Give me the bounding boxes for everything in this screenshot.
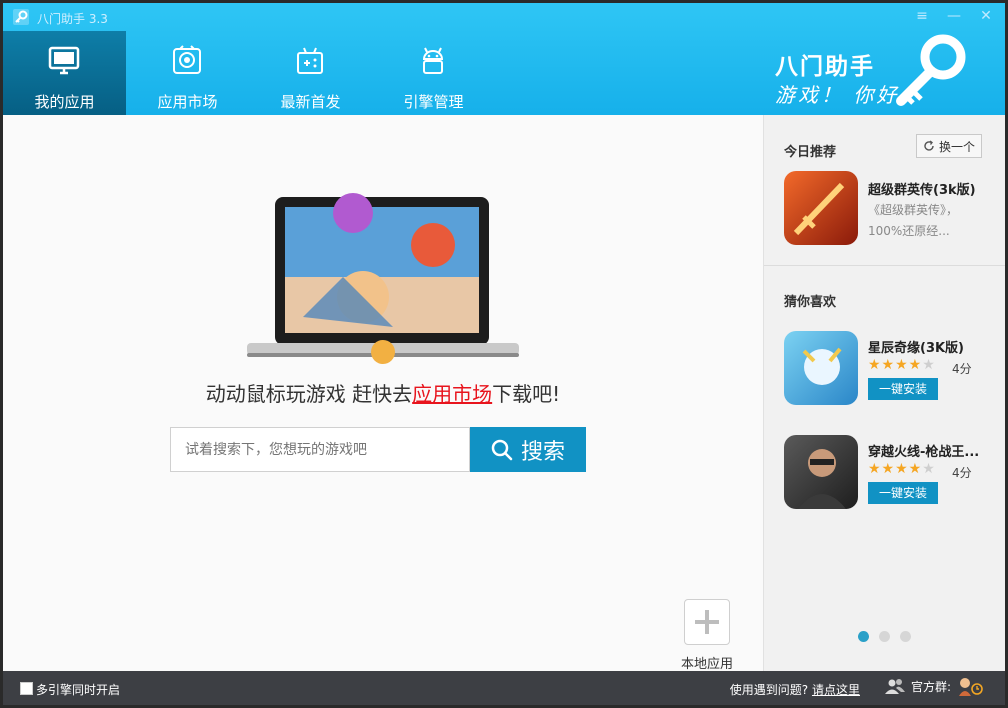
tab-my-apps[interactable]: 我的应用 [3, 31, 126, 115]
close-icon[interactable]: ✕ [977, 7, 995, 25]
android-icon [422, 47, 444, 74]
brand-name: 八门助手 [775, 54, 875, 80]
plus-icon [695, 610, 719, 634]
search-input[interactable] [170, 427, 470, 472]
tab-new-releases[interactable]: 最新首发 [249, 31, 372, 115]
star-rating: ★★★★★ [868, 461, 936, 477]
today-game-icon[interactable] [784, 171, 858, 245]
guess-game-name[interactable]: 穿越火线-枪战王... [868, 441, 998, 460]
qq-group-icon [959, 678, 983, 696]
rating-score: 4分 [952, 362, 972, 376]
star-rating: ★★★★★ [868, 357, 936, 373]
brand-logo: 八门助手 游戏！ 你好 [775, 34, 975, 111]
app-market-link[interactable]: 应用市场 [412, 382, 492, 406]
main-area: 动动鼠标玩游戏 赶快去应用市场下载吧! 搜索 本地应用 [3, 115, 763, 672]
tab-label: 应用市场 [157, 93, 218, 111]
title-bar[interactable]: 八门助手 3.3 ≡ — ✕ [3, 3, 1005, 31]
laptop-game-illustration [247, 193, 519, 364]
tab-label: 我的应用 [34, 93, 95, 111]
refresh-button[interactable]: 换一个 [916, 134, 982, 158]
tab-label: 引擎管理 [403, 93, 464, 111]
page-dots [858, 631, 911, 642]
page-dot[interactable] [879, 631, 890, 642]
sidebar: 今日推荐 换一个 超级群英传(3k版) 《超级群英传》，100%还原经... 猜… [763, 115, 1005, 671]
local-app-label: 本地应用 [680, 657, 733, 672]
gamepad-icon [297, 47, 323, 74]
multi-engine-label: 多引擎同时开启 [36, 683, 121, 697]
install-button[interactable]: 一键安装 [868, 378, 938, 400]
help-link[interactable]: 请点这里 [812, 683, 860, 697]
guess-title: 猜你喜欢 [784, 295, 837, 310]
search-button-label: 搜索 [520, 439, 565, 465]
app-store-icon [173, 45, 201, 74]
header: 八门助手 3.3 ≡ — ✕ 我的应用 应用市场 最新首发 引擎管理 八门助手 … [3, 3, 1005, 115]
official-group-label: 官方群: [910, 679, 951, 694]
search-icon [491, 439, 513, 460]
official-group[interactable]: 官方群: [884, 676, 985, 696]
dragon-icon [802, 347, 842, 385]
minimize-icon[interactable]: — [945, 7, 963, 25]
guess-game-icon[interactable] [784, 435, 858, 509]
brand-slogan: 游戏！ 你好 [775, 83, 900, 107]
wrench-key-icon [896, 34, 966, 106]
page-dot[interactable] [900, 631, 911, 642]
search-button[interactable]: 搜索 [470, 427, 586, 472]
install-button[interactable]: 一键安装 [868, 482, 938, 504]
local-app-button[interactable]: 本地应用 [679, 599, 735, 672]
search-bar: 搜索 [170, 427, 586, 472]
guess-game-name[interactable]: 星辰奇缘(3K版) [868, 337, 998, 356]
refresh-icon [924, 140, 934, 151]
help-text: 使用遇到问题? 请点这里 [729, 683, 860, 697]
app-window: 八门助手 3.3 ≡ — ✕ 我的应用 应用市场 最新首发 引擎管理 八门助手 … [3, 3, 1005, 705]
guess-game-icon[interactable] [784, 331, 858, 405]
footer: 多引擎同时开启 使用遇到问题? 请点这里 官方群: [3, 671, 1005, 705]
app-title: 八门助手 3.3 [37, 12, 108, 26]
today-game-desc: 《超级群英传》，100%还原经... [868, 203, 959, 238]
users-icon [884, 679, 905, 694]
main-nav: 我的应用 应用市场 最新首发 引擎管理 [3, 31, 495, 115]
sword-icon [793, 182, 845, 236]
menu-icon[interactable]: ≡ [913, 7, 931, 25]
multi-engine-checkbox[interactable] [20, 682, 33, 695]
hint-text: 动动鼠标玩游戏 赶快去应用市场下载吧! [205, 382, 561, 406]
soldier-icon [798, 449, 846, 509]
today-game-name[interactable]: 超级群英传(3k版) [868, 179, 998, 198]
app-logo-icon [13, 9, 29, 25]
today-title: 今日推荐 [784, 145, 837, 160]
divider [764, 265, 1005, 266]
page-dot[interactable] [858, 631, 869, 642]
rating-score: 4分 [952, 466, 972, 480]
monitor-icon [48, 46, 80, 75]
tab-engine-management[interactable]: 引擎管理 [372, 31, 495, 115]
tab-app-market[interactable]: 应用市场 [126, 31, 249, 115]
tab-label: 最新首发 [280, 93, 341, 111]
